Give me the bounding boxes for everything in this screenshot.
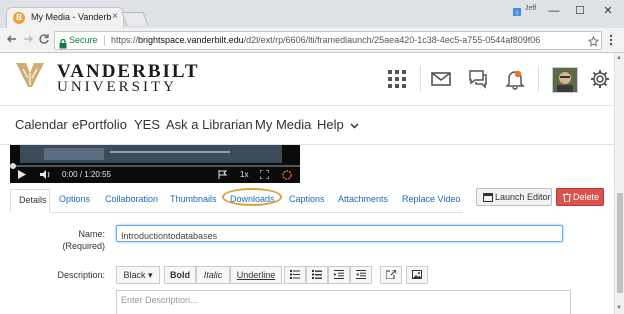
secure-label: Secure	[69, 35, 98, 45]
nav-item-calendar[interactable]: Calendar	[15, 117, 68, 132]
outdent-icon[interactable]	[328, 266, 350, 284]
url-scheme: https://	[111, 35, 139, 45]
tab-replace-video[interactable]: Replace Video	[402, 194, 460, 204]
main-nav: Calendar ePortfolio YES Ask a Librarian …	[0, 105, 614, 145]
reload-icon[interactable]	[38, 33, 50, 48]
video-frame-line	[110, 151, 230, 153]
close-window-button[interactable]: ✕	[598, 2, 618, 20]
time-display: 0:00 / 1:20:55	[62, 170, 111, 179]
nav-item-ask-a-librarian[interactable]: Ask a Librarian	[166, 117, 253, 132]
tab-captions[interactable]: Captions	[289, 194, 325, 204]
time-separator: /	[79, 170, 83, 179]
media-edit-page: 0:00 / 1:20:55 1x Details Options Collab…	[0, 145, 614, 314]
lock-icon	[59, 36, 67, 54]
browser-tab-title: My Media - Vanderbilt U	[31, 12, 111, 22]
browser-tab[interactable]: B My Media - Vanderbilt U ×	[6, 7, 124, 28]
color-dropdown[interactable]: Black ▾	[116, 266, 160, 284]
link-icon[interactable]	[380, 266, 402, 284]
description-placeholder: Enter Description...	[121, 295, 198, 305]
header-divider	[420, 66, 421, 92]
close-tab-icon[interactable]: ×	[112, 11, 118, 22]
scroll-up-icon[interactable]: ▲	[616, 55, 622, 61]
user-label[interactable]: Jeff	[525, 5, 536, 12]
description-editor[interactable]: Enter Description...	[116, 290, 571, 314]
name-input[interactable]	[117, 228, 562, 244]
scroll-down-icon[interactable]: ▼	[616, 305, 622, 311]
maximize-window-button[interactable]: ☐	[570, 2, 590, 20]
tab-details[interactable]: Details	[10, 189, 50, 213]
image-icon[interactable]	[406, 266, 428, 284]
video-frame-window	[44, 148, 104, 160]
arrow-left-icon[interactable]	[6, 33, 18, 48]
arrow-right-icon[interactable]	[22, 33, 34, 48]
nav-item-my-media[interactable]: My Media	[255, 117, 311, 132]
description-label: Description:	[57, 270, 105, 280]
kebab-icon[interactable]	[609, 33, 613, 51]
bulleted-list-icon[interactable]	[284, 266, 306, 284]
launch-editor-label: Launch Editor	[495, 192, 551, 202]
url-text: https://brightspace.vanderbilt.edu/d2l/e…	[111, 35, 540, 45]
chat-icon[interactable]	[467, 68, 489, 90]
progress-bar[interactable]	[10, 163, 300, 169]
italic-button[interactable]: Italic	[196, 266, 230, 284]
video-player[interactable]: 0:00 / 1:20:55 1x	[10, 145, 300, 183]
numbered-list-icon[interactable]	[306, 266, 328, 284]
tab-thumbnails[interactable]: Thumbnails	[170, 194, 217, 204]
url-path: /d2l/ext/rp/6606/lti/framedlaunch/25aea4…	[243, 35, 541, 45]
vanderbilt-oak-leaf-logo[interactable]	[14, 61, 46, 89]
nav-item-help-label: Help	[317, 117, 344, 132]
required-label: (Required)	[62, 241, 105, 251]
tab-attachments[interactable]: Attachments	[338, 194, 388, 204]
avatar[interactable]	[552, 67, 578, 93]
page-scrollbar[interactable]: ▲ ▼	[614, 53, 624, 314]
launch-editor-button[interactable]: Launch Editor	[476, 188, 552, 206]
play-icon[interactable]	[18, 170, 26, 181]
nav-item-yes[interactable]: YES	[134, 117, 160, 132]
minimize-window-button[interactable]: —	[544, 2, 564, 20]
editor-icon	[483, 193, 493, 202]
trash-icon	[563, 193, 571, 202]
url-host: brightspace.vanderbilt.edu	[138, 35, 244, 45]
name-field[interactable]	[116, 225, 563, 244]
progress-handle[interactable]	[10, 163, 16, 169]
name-label: Name:	[78, 229, 105, 239]
address-bar[interactable]: Secure https://brightspace.vanderbilt.ed…	[54, 31, 602, 50]
delete-label: Delete	[573, 192, 600, 202]
fullscreen-icon[interactable]	[259, 169, 270, 181]
grid-icon[interactable]	[386, 68, 408, 90]
kaltura-logo-icon	[282, 170, 292, 182]
bold-button[interactable]: Bold	[164, 266, 196, 284]
browser-tab-bar: B My Media - Vanderbilt U × i Jeff — ☐ ✕	[0, 0, 624, 28]
scrollbar-thumb[interactable]	[617, 193, 623, 293]
downloads-highlight-circle	[222, 188, 282, 206]
underline-button[interactable]: Underline	[230, 266, 282, 284]
new-tab-button[interactable]	[121, 12, 149, 26]
site-header: VANDERBILT UNIVERSITY	[0, 53, 614, 105]
indent-icon[interactable]	[350, 266, 372, 284]
header-divider	[538, 66, 539, 92]
profile-badge-icon[interactable]: i	[512, 4, 522, 17]
time-current: 0:00	[62, 170, 78, 179]
flag-icon[interactable]	[218, 170, 228, 181]
browser-toolbar: Secure https://brightspace.vanderbilt.ed…	[0, 28, 624, 53]
tab-options[interactable]: Options	[59, 194, 90, 204]
time-total: 1:20:55	[84, 170, 111, 179]
logo-subtitle: UNIVERSITY	[57, 79, 177, 95]
tab-details-label: Details	[19, 195, 47, 205]
tab-collaboration[interactable]: Collaboration	[105, 194, 158, 204]
star-icon[interactable]	[587, 34, 600, 52]
brightspace-favicon-icon: B	[13, 12, 25, 24]
mail-icon[interactable]	[430, 68, 452, 90]
nav-item-eportfolio[interactable]: ePortfolio	[72, 117, 127, 132]
video-frame	[20, 145, 282, 163]
delete-button[interactable]: Delete	[556, 188, 604, 206]
bell-icon[interactable]	[504, 68, 526, 90]
volume-icon[interactable]	[40, 170, 51, 181]
address-divider	[104, 35, 105, 46]
playback-speed[interactable]: 1x	[240, 170, 248, 179]
chevron-down-icon	[350, 123, 359, 129]
nav-item-help[interactable]: Help	[317, 117, 359, 132]
gear-icon[interactable]	[589, 68, 611, 90]
